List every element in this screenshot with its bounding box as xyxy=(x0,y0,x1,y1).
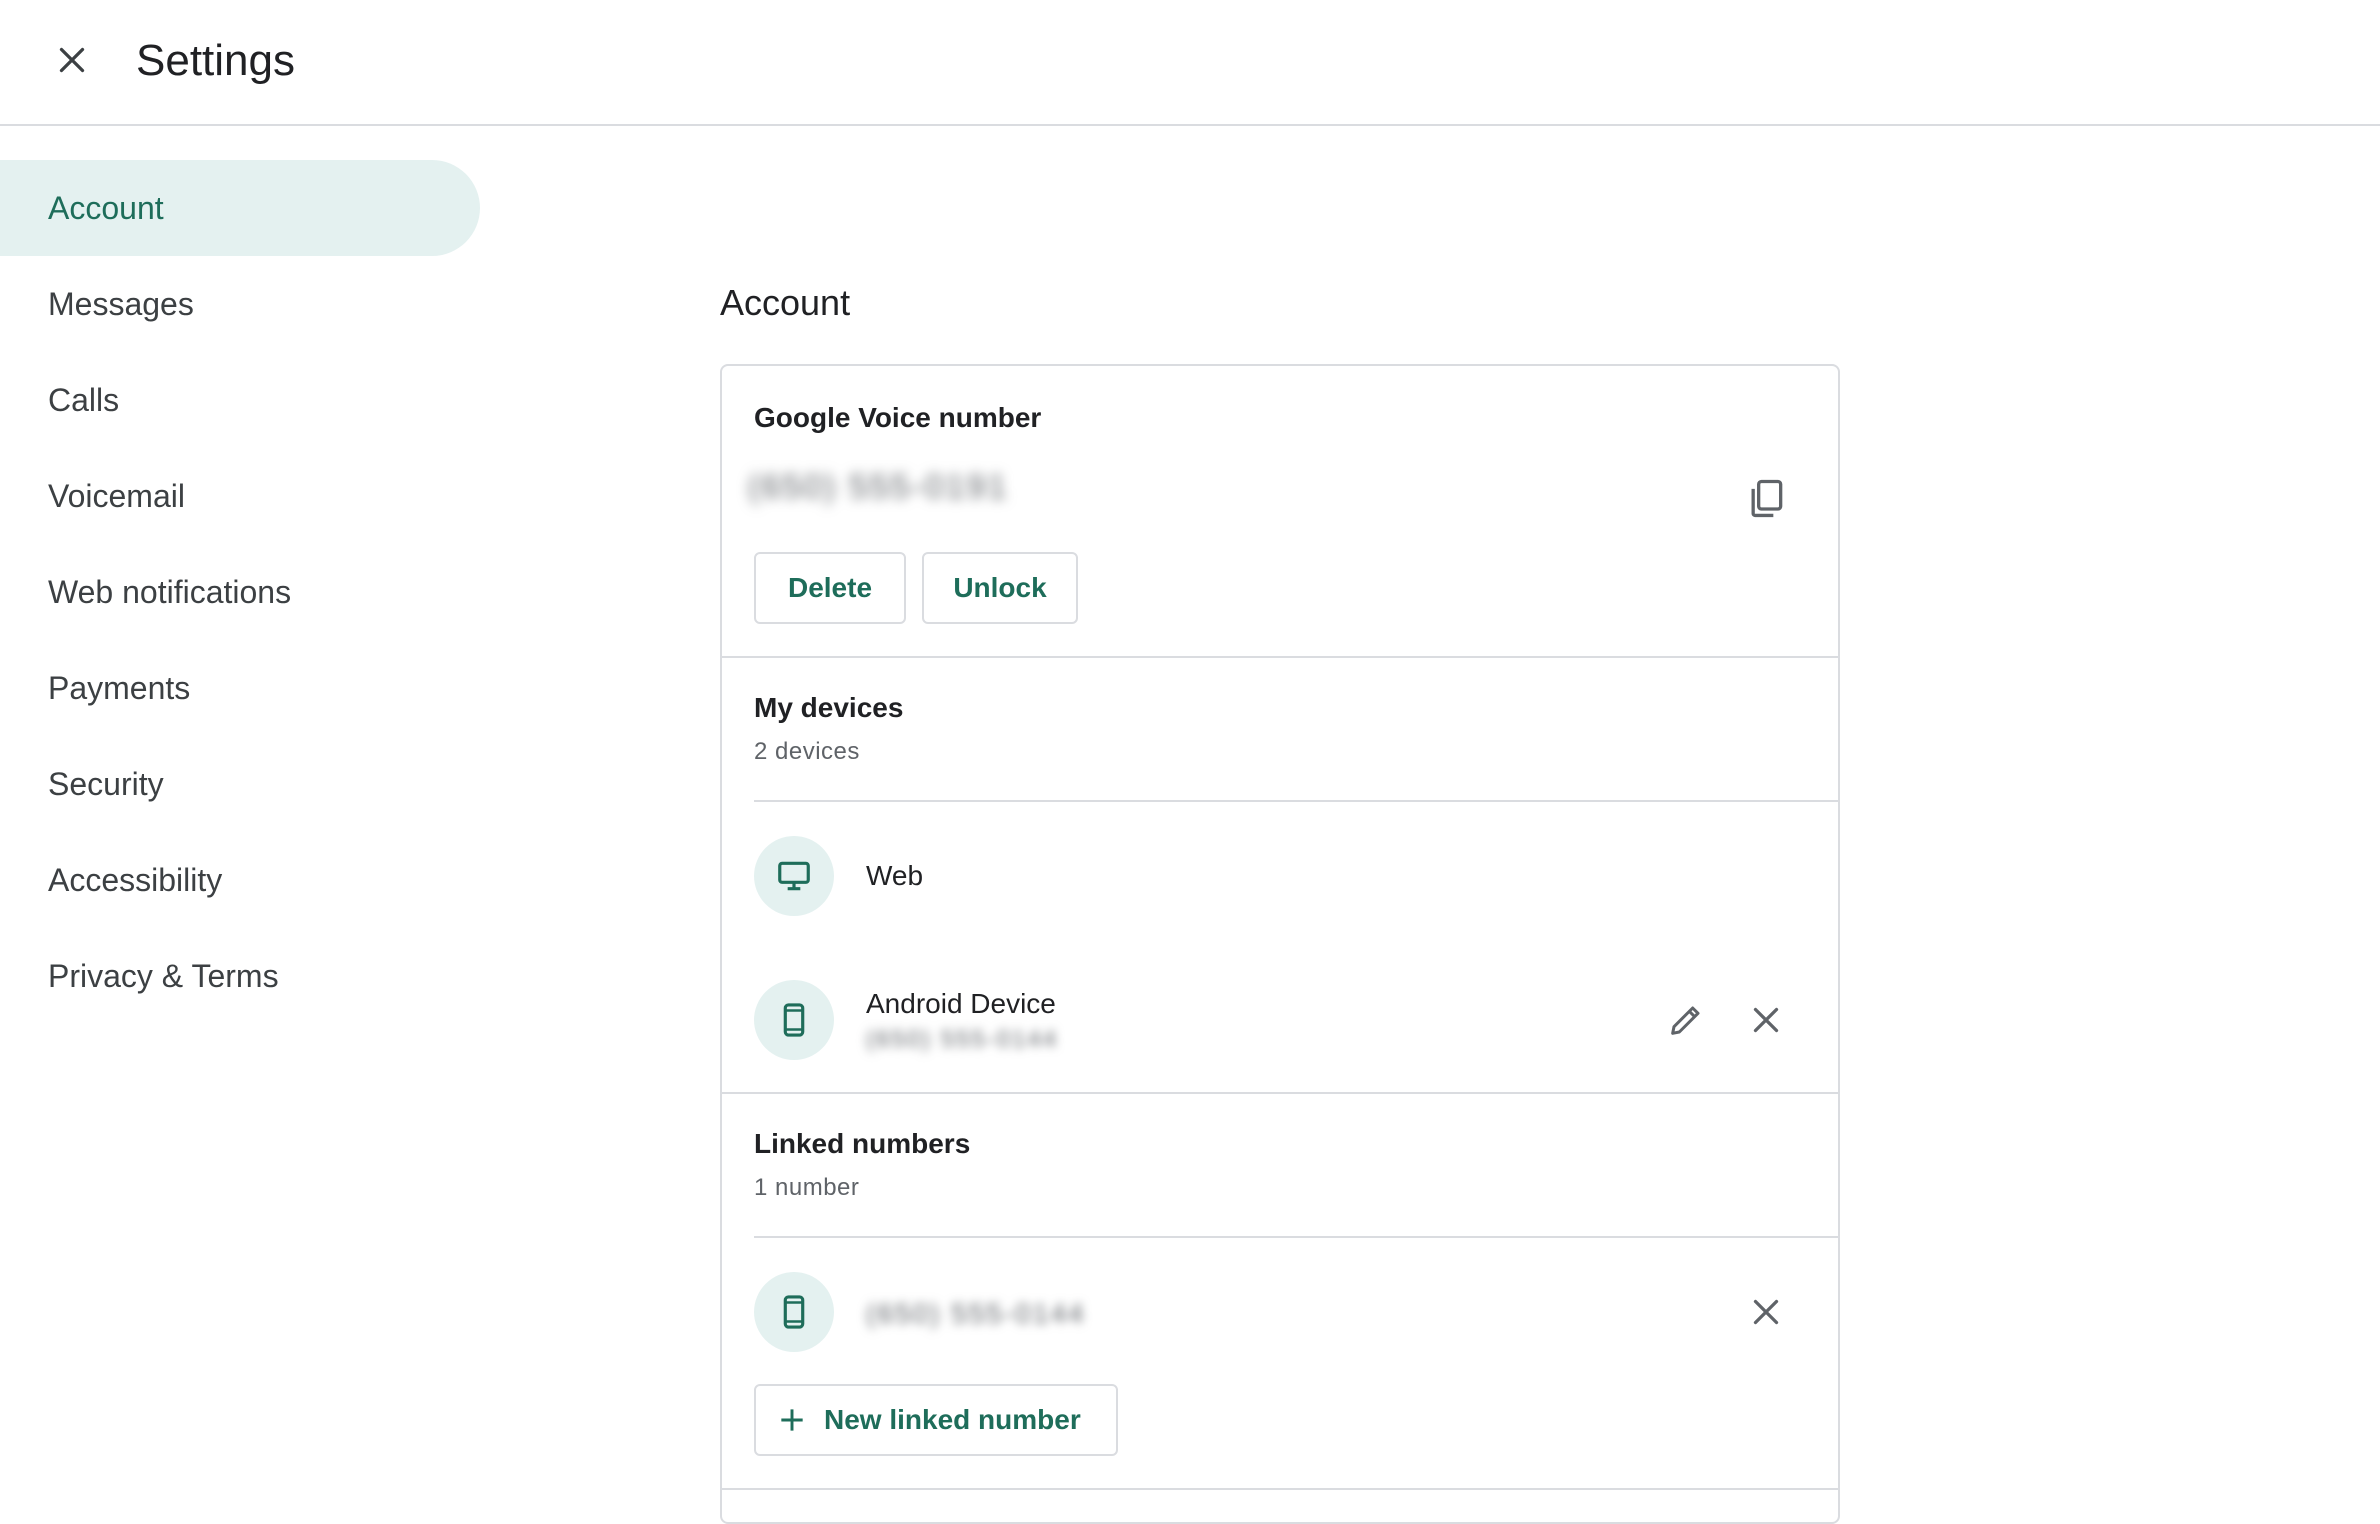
new-linked-number-button[interactable]: New linked number xyxy=(754,1384,1118,1456)
phone-icon xyxy=(783,1295,805,1329)
sidebar-item-accessibility[interactable]: Accessibility xyxy=(0,832,480,928)
voice-number-value: (650) 555-0191 xyxy=(748,468,1009,506)
divider xyxy=(754,1236,1838,1238)
linked-number-value: (650) 555-0144 xyxy=(866,1298,1086,1329)
edit-device-button[interactable] xyxy=(1658,992,1714,1048)
sidebar-item-messages[interactable]: Messages xyxy=(0,256,480,352)
voice-number-heading: Google Voice number xyxy=(754,402,1042,433)
new-linked-number-label: New linked number xyxy=(824,1404,1081,1435)
sidebar-item-web-notifications[interactable]: Web notifications xyxy=(0,544,480,640)
device-icon-badge xyxy=(754,980,834,1060)
device-name-web: Web xyxy=(866,860,924,891)
divider xyxy=(722,1092,1838,1094)
pencil-icon xyxy=(1671,1006,1700,1035)
monitor-icon xyxy=(778,861,810,891)
device-icon-badge xyxy=(754,836,834,916)
delete-number-button[interactable]: Delete xyxy=(754,552,906,624)
sidebar-item-calls[interactable]: Calls xyxy=(0,352,480,448)
sidebar-item-payments[interactable]: Payments xyxy=(0,640,480,736)
account-card: Google Voice number (650) 555-0191 Delet… xyxy=(720,364,1840,1524)
linked-numbers-count: 1 number xyxy=(754,1174,860,1201)
close-icon xyxy=(59,47,85,73)
copy-number-button[interactable] xyxy=(1738,470,1794,526)
divider xyxy=(722,656,1838,658)
app-header: Settings xyxy=(0,0,2380,126)
close-icon xyxy=(1753,1007,1779,1033)
devices-count: 2 devices xyxy=(754,738,860,765)
device-detail-android: (650) 555-0144 xyxy=(866,1026,1059,1053)
unlock-number-button[interactable]: Unlock xyxy=(922,552,1078,624)
sidebar-item-account[interactable]: Account xyxy=(0,160,480,256)
linked-numbers-heading: Linked numbers xyxy=(754,1128,971,1159)
sidebar-item-security[interactable]: Security xyxy=(0,736,480,832)
linked-number-icon-badge xyxy=(754,1272,834,1352)
plus-icon xyxy=(781,1409,803,1431)
close-icon xyxy=(1753,1299,1779,1325)
divider xyxy=(754,800,1838,802)
remove-linked-number-button[interactable] xyxy=(1738,1284,1794,1340)
sidebar-item-privacy-terms[interactable]: Privacy & Terms xyxy=(0,928,480,1024)
page-title: Settings xyxy=(136,36,295,85)
divider xyxy=(722,1488,1838,1490)
sidebar-item-voicemail[interactable]: Voicemail xyxy=(0,448,480,544)
devices-heading: My devices xyxy=(754,692,904,723)
close-settings-button[interactable] xyxy=(42,30,102,90)
copy-icon xyxy=(1751,479,1783,518)
remove-device-button[interactable] xyxy=(1738,992,1794,1048)
phone-icon xyxy=(783,1003,805,1037)
device-name-android: Android Device xyxy=(866,988,1056,1019)
settings-sidebar: Account Messages Calls Voicemail Web not… xyxy=(0,160,480,1024)
section-title: Account xyxy=(720,282,851,323)
